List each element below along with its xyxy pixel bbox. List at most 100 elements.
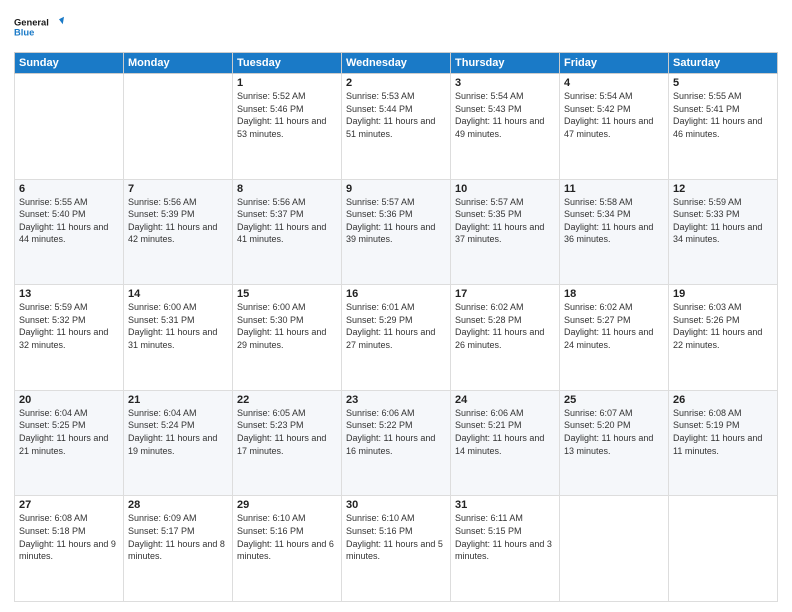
day-info: Sunrise: 6:03 AM Sunset: 5:26 PM Dayligh… xyxy=(673,301,773,351)
day-number: 18 xyxy=(564,288,664,300)
day-number: 24 xyxy=(455,394,555,406)
calendar-cell: 6Sunrise: 5:55 AM Sunset: 5:40 PM Daylig… xyxy=(15,179,124,285)
day-number: 3 xyxy=(455,77,555,89)
week-row-4: 20Sunrise: 6:04 AM Sunset: 5:25 PM Dayli… xyxy=(15,390,778,496)
day-number: 17 xyxy=(455,288,555,300)
day-info: Sunrise: 6:02 AM Sunset: 5:28 PM Dayligh… xyxy=(455,301,555,351)
day-info: Sunrise: 5:55 AM Sunset: 5:41 PM Dayligh… xyxy=(673,90,773,140)
day-number: 19 xyxy=(673,288,773,300)
calendar-cell: 1Sunrise: 5:52 AM Sunset: 5:46 PM Daylig… xyxy=(233,74,342,180)
day-number: 11 xyxy=(564,183,664,195)
day-info: Sunrise: 6:09 AM Sunset: 5:17 PM Dayligh… xyxy=(128,512,228,562)
calendar-cell: 10Sunrise: 5:57 AM Sunset: 5:35 PM Dayli… xyxy=(451,179,560,285)
day-info: Sunrise: 5:57 AM Sunset: 5:36 PM Dayligh… xyxy=(346,196,446,246)
day-info: Sunrise: 5:53 AM Sunset: 5:44 PM Dayligh… xyxy=(346,90,446,140)
day-number: 4 xyxy=(564,77,664,89)
day-number: 25 xyxy=(564,394,664,406)
day-info: Sunrise: 6:07 AM Sunset: 5:20 PM Dayligh… xyxy=(564,407,664,457)
day-info: Sunrise: 6:04 AM Sunset: 5:25 PM Dayligh… xyxy=(19,407,119,457)
calendar-cell: 15Sunrise: 6:00 AM Sunset: 5:30 PM Dayli… xyxy=(233,285,342,391)
day-number: 8 xyxy=(237,183,337,195)
day-info: Sunrise: 5:55 AM Sunset: 5:40 PM Dayligh… xyxy=(19,196,119,246)
day-number: 10 xyxy=(455,183,555,195)
calendar-cell: 18Sunrise: 6:02 AM Sunset: 5:27 PM Dayli… xyxy=(560,285,669,391)
day-number: 2 xyxy=(346,77,446,89)
day-info: Sunrise: 6:08 AM Sunset: 5:18 PM Dayligh… xyxy=(19,512,119,562)
logo-svg: General Blue xyxy=(14,10,64,46)
day-info: Sunrise: 6:02 AM Sunset: 5:27 PM Dayligh… xyxy=(564,301,664,351)
day-number: 5 xyxy=(673,77,773,89)
week-row-1: 1Sunrise: 5:52 AM Sunset: 5:46 PM Daylig… xyxy=(15,74,778,180)
calendar-cell: 20Sunrise: 6:04 AM Sunset: 5:25 PM Dayli… xyxy=(15,390,124,496)
day-info: Sunrise: 5:54 AM Sunset: 5:42 PM Dayligh… xyxy=(564,90,664,140)
calendar-cell: 12Sunrise: 5:59 AM Sunset: 5:33 PM Dayli… xyxy=(669,179,778,285)
calendar-cell: 3Sunrise: 5:54 AM Sunset: 5:43 PM Daylig… xyxy=(451,74,560,180)
day-info: Sunrise: 5:58 AM Sunset: 5:34 PM Dayligh… xyxy=(564,196,664,246)
calendar-cell: 11Sunrise: 5:58 AM Sunset: 5:34 PM Dayli… xyxy=(560,179,669,285)
calendar-cell: 31Sunrise: 6:11 AM Sunset: 5:15 PM Dayli… xyxy=(451,496,560,602)
day-number: 30 xyxy=(346,499,446,511)
calendar-cell: 28Sunrise: 6:09 AM Sunset: 5:17 PM Dayli… xyxy=(124,496,233,602)
day-info: Sunrise: 6:05 AM Sunset: 5:23 PM Dayligh… xyxy=(237,407,337,457)
day-info: Sunrise: 6:08 AM Sunset: 5:19 PM Dayligh… xyxy=(673,407,773,457)
calendar-cell: 23Sunrise: 6:06 AM Sunset: 5:22 PM Dayli… xyxy=(342,390,451,496)
day-info: Sunrise: 6:01 AM Sunset: 5:29 PM Dayligh… xyxy=(346,301,446,351)
calendar-cell: 19Sunrise: 6:03 AM Sunset: 5:26 PM Dayli… xyxy=(669,285,778,391)
calendar-cell: 4Sunrise: 5:54 AM Sunset: 5:42 PM Daylig… xyxy=(560,74,669,180)
day-number: 21 xyxy=(128,394,228,406)
weekday-header-monday: Monday xyxy=(124,53,233,74)
calendar-cell: 29Sunrise: 6:10 AM Sunset: 5:16 PM Dayli… xyxy=(233,496,342,602)
day-number: 20 xyxy=(19,394,119,406)
day-info: Sunrise: 5:54 AM Sunset: 5:43 PM Dayligh… xyxy=(455,90,555,140)
page: General Blue SundayMondayTuesdayWednesda… xyxy=(0,0,792,612)
day-number: 29 xyxy=(237,499,337,511)
week-row-3: 13Sunrise: 5:59 AM Sunset: 5:32 PM Dayli… xyxy=(15,285,778,391)
calendar-cell xyxy=(669,496,778,602)
day-number: 14 xyxy=(128,288,228,300)
day-number: 9 xyxy=(346,183,446,195)
day-info: Sunrise: 6:11 AM Sunset: 5:15 PM Dayligh… xyxy=(455,512,555,562)
day-number: 6 xyxy=(19,183,119,195)
calendar-cell: 17Sunrise: 6:02 AM Sunset: 5:28 PM Dayli… xyxy=(451,285,560,391)
calendar-cell xyxy=(15,74,124,180)
logo: General Blue xyxy=(14,10,64,46)
weekday-header-row: SundayMondayTuesdayWednesdayThursdayFrid… xyxy=(15,53,778,74)
header: General Blue xyxy=(14,10,778,46)
day-number: 27 xyxy=(19,499,119,511)
weekday-header-wednesday: Wednesday xyxy=(342,53,451,74)
day-number: 31 xyxy=(455,499,555,511)
day-info: Sunrise: 6:00 AM Sunset: 5:30 PM Dayligh… xyxy=(237,301,337,351)
calendar-cell xyxy=(560,496,669,602)
calendar-cell: 2Sunrise: 5:53 AM Sunset: 5:44 PM Daylig… xyxy=(342,74,451,180)
calendar-cell: 5Sunrise: 5:55 AM Sunset: 5:41 PM Daylig… xyxy=(669,74,778,180)
calendar-cell: 8Sunrise: 5:56 AM Sunset: 5:37 PM Daylig… xyxy=(233,179,342,285)
day-info: Sunrise: 6:06 AM Sunset: 5:22 PM Dayligh… xyxy=(346,407,446,457)
day-info: Sunrise: 5:59 AM Sunset: 5:33 PM Dayligh… xyxy=(673,196,773,246)
weekday-header-thursday: Thursday xyxy=(451,53,560,74)
day-number: 16 xyxy=(346,288,446,300)
day-number: 22 xyxy=(237,394,337,406)
day-number: 7 xyxy=(128,183,228,195)
weekday-header-friday: Friday xyxy=(560,53,669,74)
day-info: Sunrise: 5:52 AM Sunset: 5:46 PM Dayligh… xyxy=(237,90,337,140)
week-row-2: 6Sunrise: 5:55 AM Sunset: 5:40 PM Daylig… xyxy=(15,179,778,285)
calendar-cell: 25Sunrise: 6:07 AM Sunset: 5:20 PM Dayli… xyxy=(560,390,669,496)
svg-text:Blue: Blue xyxy=(14,28,34,38)
calendar-cell xyxy=(124,74,233,180)
day-info: Sunrise: 5:57 AM Sunset: 5:35 PM Dayligh… xyxy=(455,196,555,246)
calendar-cell: 27Sunrise: 6:08 AM Sunset: 5:18 PM Dayli… xyxy=(15,496,124,602)
day-number: 13 xyxy=(19,288,119,300)
day-info: Sunrise: 6:10 AM Sunset: 5:16 PM Dayligh… xyxy=(346,512,446,562)
weekday-header-sunday: Sunday xyxy=(15,53,124,74)
calendar-cell: 24Sunrise: 6:06 AM Sunset: 5:21 PM Dayli… xyxy=(451,390,560,496)
calendar-cell: 7Sunrise: 5:56 AM Sunset: 5:39 PM Daylig… xyxy=(124,179,233,285)
week-row-5: 27Sunrise: 6:08 AM Sunset: 5:18 PM Dayli… xyxy=(15,496,778,602)
weekday-header-saturday: Saturday xyxy=(669,53,778,74)
calendar-cell: 22Sunrise: 6:05 AM Sunset: 5:23 PM Dayli… xyxy=(233,390,342,496)
calendar-cell: 30Sunrise: 6:10 AM Sunset: 5:16 PM Dayli… xyxy=(342,496,451,602)
calendar-cell: 9Sunrise: 5:57 AM Sunset: 5:36 PM Daylig… xyxy=(342,179,451,285)
calendar-table: SundayMondayTuesdayWednesdayThursdayFrid… xyxy=(14,52,778,602)
day-number: 15 xyxy=(237,288,337,300)
calendar-cell: 13Sunrise: 5:59 AM Sunset: 5:32 PM Dayli… xyxy=(15,285,124,391)
day-number: 26 xyxy=(673,394,773,406)
